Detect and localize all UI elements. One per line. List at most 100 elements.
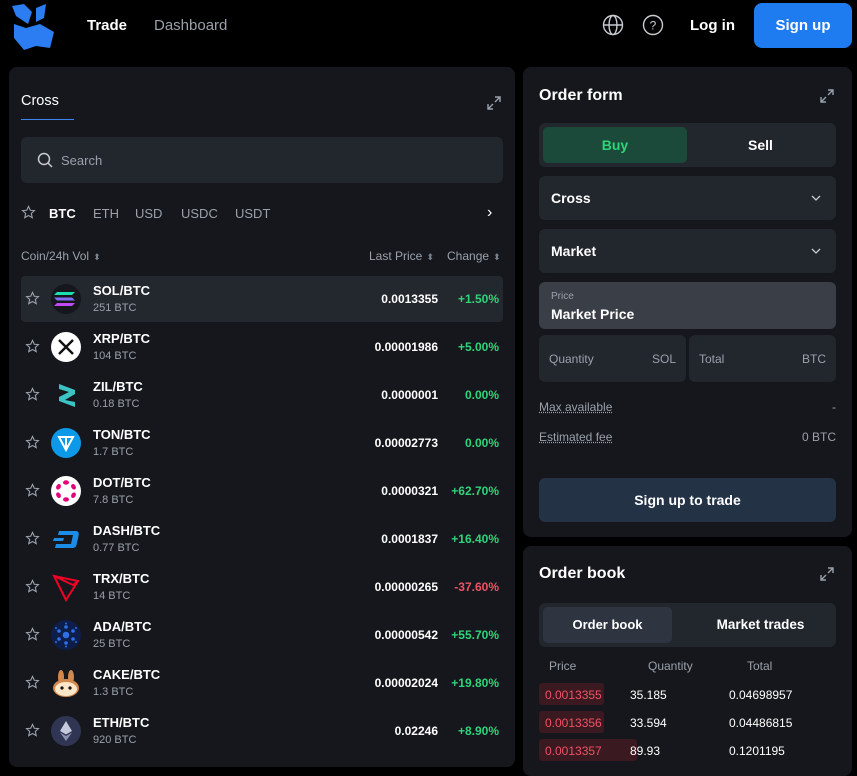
market-row-eth-btc[interactable]: ETH/BTC 920 BTC 0.02246 +8.90%	[21, 708, 503, 754]
sol-icon	[51, 284, 81, 314]
change-percent: 0.00%	[464, 388, 499, 402]
quote-tab-btc[interactable]: BTC	[49, 206, 76, 221]
pair-volume: 0.18 BTC	[93, 398, 140, 410]
market-row-zil-btc[interactable]: ZIL/BTC 0.18 BTC 0.0000001 0.00%	[21, 372, 503, 418]
star-icon[interactable]	[25, 387, 40, 402]
order-book-row[interactable]: 0.0013356 33.594 0.04486815	[539, 711, 836, 733]
order-book-tabs: Order book Market trades	[539, 603, 836, 647]
market-row-dash-btc[interactable]: DASH/BTC 0.77 BTC 0.0001837 +16.40%	[21, 516, 503, 562]
price-caption: Price	[551, 291, 574, 302]
pair-volume: 251 BTC	[93, 302, 137, 314]
tab-market-trades[interactable]: Market trades	[689, 607, 832, 643]
sign-up-to-trade-button[interactable]: Sign up to trade	[539, 478, 836, 522]
pair-volume: 104 BTC	[93, 350, 137, 362]
ask-quantity: 35.185	[630, 688, 667, 702]
max-available-label: Max available	[539, 400, 613, 414]
last-price: 0.00002773	[374, 436, 438, 450]
favorites-star-icon[interactable]	[21, 205, 36, 220]
pair-name: TON/BTC	[93, 427, 151, 442]
column-change[interactable]: Change ⬍	[447, 249, 501, 263]
star-icon[interactable]	[25, 483, 40, 498]
order-book-panel: Order book Order book Market trades Pric…	[523, 546, 852, 776]
tab-order-book[interactable]: Order book	[543, 607, 672, 643]
last-price: 0.0000001	[381, 388, 438, 402]
last-price: 0.0001837	[381, 532, 438, 546]
change-percent: +62.70%	[451, 484, 499, 498]
expand-icon[interactable]	[486, 95, 502, 111]
market-row-cake-btc[interactable]: CAKE/BTC 1.3 BTC 0.00002024 +19.80%	[21, 660, 503, 706]
price-field[interactable]: Price Market Price	[539, 282, 836, 329]
column-quantity: Quantity	[648, 659, 693, 673]
total-label: Total	[699, 352, 725, 366]
last-price: 0.00002024	[374, 676, 438, 690]
star-icon[interactable]	[25, 675, 40, 690]
market-row-xrp-btc[interactable]: XRP/BTC 104 BTC 0.00001986 +5.00%	[21, 324, 503, 370]
order-type-select[interactable]: Market	[539, 229, 836, 273]
order-book-row[interactable]: 0.0013355 35.185 0.04698957	[539, 683, 836, 705]
estimated-fee-value: 0 BTC	[801, 430, 836, 444]
ask-price: 0.0013356	[545, 716, 602, 730]
quote-tab-usdc[interactable]: USDC	[181, 206, 218, 221]
eth-icon	[51, 716, 81, 746]
nav-trade[interactable]: Trade	[87, 17, 127, 34]
sort-icon: ⬍	[93, 252, 101, 262]
star-icon[interactable]	[25, 531, 40, 546]
order-form-title: Order form	[539, 87, 623, 104]
sell-tab[interactable]: Sell	[689, 127, 832, 163]
quantity-field[interactable]: Quantity SOL	[539, 335, 686, 382]
buy-tab[interactable]: Buy	[543, 127, 687, 163]
ask-price: 0.0013355	[545, 688, 602, 702]
signup-button[interactable]: Sign up	[754, 3, 852, 48]
expand-icon[interactable]	[819, 566, 835, 582]
pair-name: XRP/BTC	[93, 331, 151, 346]
pair-name: DASH/BTC	[93, 523, 161, 538]
column-coin[interactable]: Coin/24h Vol ⬍	[21, 249, 101, 263]
chevron-down-icon	[811, 248, 821, 254]
pair-volume: 14 BTC	[93, 590, 131, 602]
order-type-value: Market	[551, 243, 597, 259]
star-icon[interactable]	[25, 435, 40, 450]
quantity-unit: SOL	[651, 352, 676, 366]
total-unit: BTC	[802, 352, 826, 366]
market-row-trx-btc[interactable]: TRX/BTC 14 BTC 0.00000265 -37.60%	[21, 564, 503, 610]
quote-tab-eth[interactable]: ETH	[93, 206, 119, 221]
column-last-price[interactable]: Last Price ⬍	[369, 249, 434, 263]
order-book-row[interactable]: 0.0013357 89.93 0.1201195	[539, 739, 836, 761]
nav-dashboard[interactable]: Dashboard	[154, 17, 227, 34]
star-icon[interactable]	[25, 627, 40, 642]
star-icon[interactable]	[25, 723, 40, 738]
star-icon[interactable]	[25, 291, 40, 306]
market-row-sol-btc[interactable]: SOL/BTC 251 BTC 0.0013355 +1.50%	[21, 276, 503, 322]
total-field[interactable]: Total BTC	[689, 335, 836, 382]
change-percent: +19.80%	[451, 676, 499, 690]
expand-icon[interactable]	[819, 88, 835, 104]
help-icon[interactable]: ?	[642, 14, 664, 36]
market-row-ton-btc[interactable]: TON/BTC 1.7 BTC 0.00002773 0.00%	[21, 420, 503, 466]
pair-volume: 1.7 BTC	[93, 446, 134, 458]
ask-total: 0.04486815	[729, 716, 793, 730]
ask-total: 0.04698957	[729, 688, 793, 702]
search-input[interactable]	[61, 150, 481, 170]
globe-icon[interactable]	[602, 14, 624, 36]
star-icon[interactable]	[25, 579, 40, 594]
margin-mode-select[interactable]: Cross	[539, 176, 836, 220]
quote-tab-usdt[interactable]: USDT	[235, 206, 270, 221]
price-value: Market Price	[551, 306, 635, 322]
last-price: 0.00000265	[374, 580, 438, 594]
estimated-fee-label: Estimated fee	[539, 430, 613, 444]
tab-cross[interactable]: Cross	[21, 93, 59, 109]
change-percent: +5.00%	[457, 340, 499, 354]
login-link[interactable]: Log in	[690, 17, 735, 34]
chevron-right-icon[interactable]: ›	[487, 204, 492, 222]
trx-icon	[51, 572, 81, 603]
order-form-panel: Order form Buy Sell Cross Market Price M…	[523, 67, 852, 537]
quote-tab-usd[interactable]: USD	[135, 206, 162, 221]
markets-panel: Cross BTC ETH USD USDC USDT › Coin/24h V…	[9, 67, 515, 767]
logo-icon[interactable]	[10, 2, 56, 52]
star-icon[interactable]	[25, 339, 40, 354]
pair-name: TRX/BTC	[93, 571, 150, 586]
order-book-title: Order book	[539, 565, 626, 582]
market-row-dot-btc[interactable]: DOT/BTC 7.8 BTC 0.0000321 +62.70%	[21, 468, 503, 514]
sort-icon: ⬍	[493, 252, 501, 262]
market-row-ada-btc[interactable]: ADA/BTC 25 BTC 0.00000542 +55.70%	[21, 612, 503, 658]
